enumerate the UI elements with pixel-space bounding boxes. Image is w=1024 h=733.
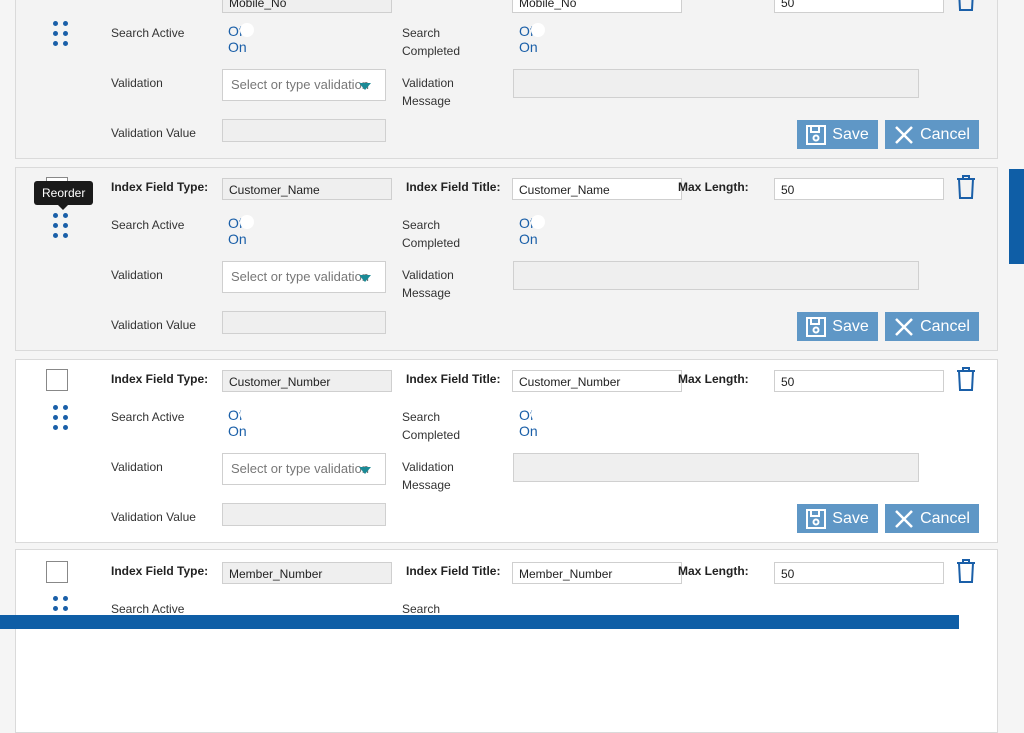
validation-value-label: Validation Value bbox=[111, 318, 196, 332]
search-active-toggle[interactable]: Of On bbox=[228, 407, 254, 439]
field-title-label: Index Field Title: bbox=[406, 564, 501, 578]
horizontal-scrollbar[interactable] bbox=[0, 615, 959, 629]
trash-icon[interactable] bbox=[955, 558, 977, 584]
validation-message-label: Validation Message bbox=[402, 268, 454, 300]
search-completed-label: Search Completed bbox=[402, 410, 461, 442]
field-type-input[interactable]: Mobile_No bbox=[222, 0, 392, 13]
validation-value-input[interactable] bbox=[222, 503, 386, 526]
search-completed-toggle[interactable]: Of On bbox=[519, 215, 545, 247]
field-type-label: Index Field Type: bbox=[111, 564, 209, 578]
cancel-button[interactable]: Cancel bbox=[885, 120, 979, 149]
field-type-input[interactable]: Member_Number bbox=[222, 562, 392, 584]
search-active-label: Search Active bbox=[111, 218, 185, 232]
validation-value-input[interactable] bbox=[222, 311, 386, 334]
field-type-label: Index Field Type: bbox=[111, 180, 209, 194]
index-field-card: Index Field Type: Customer_Name Index Fi… bbox=[15, 167, 998, 351]
reorder-tooltip: Reorder bbox=[34, 181, 94, 210]
cancel-button[interactable]: Cancel bbox=[885, 312, 979, 341]
validation-select[interactable]: Select or type validation bbox=[222, 69, 386, 101]
max-length-input[interactable]: 50 bbox=[774, 370, 944, 392]
search-active-toggle[interactable]: Of On bbox=[228, 23, 254, 55]
validation-select[interactable]: Select or type validation bbox=[222, 261, 386, 293]
max-length-label: Max Length: bbox=[678, 564, 749, 578]
field-type-input[interactable]: Customer_Name bbox=[222, 178, 392, 200]
close-icon bbox=[895, 317, 913, 336]
field-type-label: Index Field Type: bbox=[111, 372, 209, 386]
select-checkbox[interactable] bbox=[46, 369, 68, 391]
field-title-label: Index Field Title: bbox=[406, 372, 501, 386]
validation-message-label: Validation Message bbox=[402, 460, 454, 492]
toggle-knob bbox=[240, 407, 254, 421]
save-icon bbox=[806, 316, 827, 337]
validation-message-label: Validation Message bbox=[402, 76, 454, 108]
toggle-on-label: On bbox=[228, 423, 247, 439]
validation-label: Validation bbox=[111, 268, 163, 282]
chevron-down-icon bbox=[359, 467, 371, 474]
search-active-label: Search Active bbox=[111, 26, 185, 40]
validation-label: Validation bbox=[111, 460, 163, 474]
chevron-down-icon bbox=[359, 275, 371, 282]
index-field-card: Mobile_No Mobile_No 50 Search Active Of … bbox=[15, 0, 998, 159]
toggle-on-label: On bbox=[228, 39, 247, 55]
search-completed-toggle[interactable]: Of On bbox=[519, 23, 545, 55]
chevron-down-icon bbox=[359, 83, 371, 90]
index-field-card: Index Field Type: Member_Number Index Fi… bbox=[15, 549, 998, 733]
max-length-input[interactable]: 50 bbox=[774, 562, 944, 584]
toggle-knob bbox=[240, 215, 254, 229]
trash-icon[interactable] bbox=[955, 366, 977, 392]
field-title-input[interactable]: Customer_Number bbox=[512, 370, 682, 392]
save-button[interactable]: Save bbox=[797, 120, 878, 149]
save-button[interactable]: Save bbox=[797, 312, 878, 341]
select-checkbox[interactable] bbox=[46, 561, 68, 583]
field-title-input[interactable]: Mobile_No bbox=[512, 0, 682, 13]
search-completed-label: Search Completed bbox=[402, 218, 461, 250]
save-icon bbox=[806, 124, 827, 145]
max-length-input[interactable]: 50 bbox=[774, 0, 944, 13]
save-button[interactable]: Save bbox=[797, 504, 878, 533]
search-completed-label: Search Completed bbox=[402, 26, 461, 58]
validation-select[interactable]: Select or type validation bbox=[222, 453, 386, 485]
max-length-label: Max Length: bbox=[678, 372, 749, 386]
toggle-knob bbox=[531, 215, 545, 229]
toggle-knob bbox=[240, 23, 254, 37]
index-field-card: Index Field Type: Customer_Number Index … bbox=[15, 359, 998, 543]
cancel-button[interactable]: Cancel bbox=[885, 504, 979, 533]
close-icon bbox=[895, 509, 913, 528]
field-title-label: Index Field Title: bbox=[406, 180, 501, 194]
reorder-handle[interactable] bbox=[53, 21, 73, 49]
scrollbar-thumb[interactable] bbox=[1009, 169, 1024, 264]
field-type-input[interactable]: Customer_Number bbox=[222, 370, 392, 392]
search-active-label: Search Active bbox=[111, 410, 185, 424]
field-title-input[interactable]: Customer_Name bbox=[512, 178, 682, 200]
validation-value-label: Validation Value bbox=[111, 126, 196, 140]
validation-value-label: Validation Value bbox=[111, 510, 196, 524]
trash-icon[interactable] bbox=[955, 174, 977, 200]
validation-message-input[interactable] bbox=[513, 261, 919, 290]
field-title-input[interactable]: Member_Number bbox=[512, 562, 682, 584]
toggle-knob bbox=[531, 23, 545, 37]
validation-label: Validation bbox=[111, 76, 163, 90]
reorder-handle[interactable] bbox=[53, 213, 73, 241]
toggle-on-label: On bbox=[228, 231, 247, 247]
search-completed-toggle[interactable]: Of On bbox=[519, 407, 545, 439]
trash-icon[interactable] bbox=[955, 0, 977, 12]
toggle-on-label: On bbox=[519, 423, 538, 439]
toggle-knob bbox=[531, 407, 545, 421]
reorder-handle[interactable] bbox=[53, 405, 73, 433]
search-active-toggle[interactable]: Of On bbox=[228, 215, 254, 247]
validation-value-input[interactable] bbox=[222, 119, 386, 142]
validation-message-input[interactable] bbox=[513, 453, 919, 482]
max-length-label: Max Length: bbox=[678, 180, 749, 194]
toggle-on-label: On bbox=[519, 39, 538, 55]
max-length-input[interactable]: 50 bbox=[774, 178, 944, 200]
save-icon bbox=[806, 508, 827, 529]
close-icon bbox=[895, 125, 913, 144]
toggle-on-label: On bbox=[519, 231, 538, 247]
validation-message-input[interactable] bbox=[513, 69, 919, 98]
